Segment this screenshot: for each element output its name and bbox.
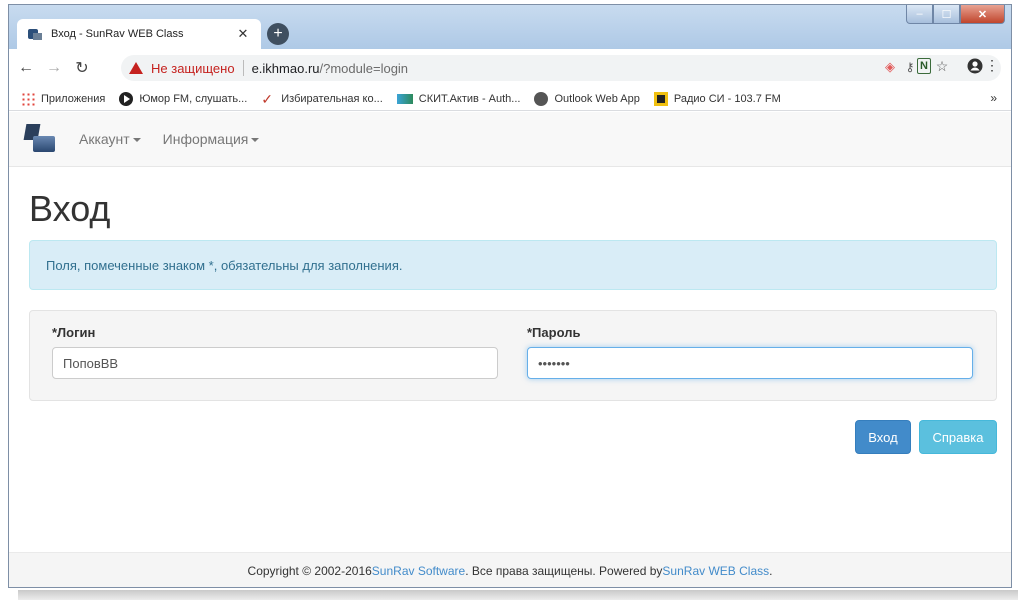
password-label: *Пароль bbox=[527, 325, 581, 340]
footer-company-link[interactable]: SunRav Software bbox=[372, 564, 465, 578]
radio-icon bbox=[653, 91, 668, 106]
footer-product-link[interactable]: SunRav WEB Class bbox=[662, 564, 769, 578]
login-label: *Логин bbox=[52, 325, 96, 340]
new-tab-button[interactable]: + bbox=[267, 23, 289, 45]
window-controls: – ☐ ✕ bbox=[906, 5, 1005, 24]
web-page: Аккаунт Информация Вход Поля, помеченные… bbox=[9, 112, 1011, 587]
bookmarks-bar: Приложения Юмор FM, слушать... Избирател… bbox=[9, 87, 1011, 111]
login-form-panel: *Логин *Пароль bbox=[29, 310, 997, 401]
menu-account[interactable]: Аккаунт bbox=[79, 131, 141, 147]
window-shadow bbox=[18, 590, 1018, 600]
back-arrow-icon[interactable]: ← bbox=[15, 59, 37, 77]
footer-copyright: Copyright © 2002-2016 bbox=[247, 564, 372, 578]
address-bar[interactable]: Не защищено e.ikhmao.ru/?module=login ⚷ … bbox=[121, 55, 1001, 81]
title-bar: Вход - SunRav WEB Class ✕ + – ☐ ✕ bbox=[9, 5, 1011, 49]
bookmark-skit[interactable]: СКИТ.Актив - Auth... bbox=[396, 93, 520, 105]
warning-icon bbox=[129, 62, 143, 74]
url-path: /?module=login bbox=[319, 60, 409, 76]
close-window-button[interactable]: ✕ bbox=[960, 5, 1005, 24]
caret-down-icon bbox=[132, 138, 141, 143]
browser-window: Вход - SunRav WEB Class ✕ + – ☐ ✕ ← → ↻ … bbox=[8, 4, 1012, 588]
profile-icon[interactable] bbox=[967, 58, 983, 77]
bookmarks-overflow-icon[interactable]: » bbox=[990, 91, 997, 105]
bookmark-election[interactable]: Избирательная ко... bbox=[261, 92, 383, 106]
extension-n-icon[interactable]: N bbox=[917, 58, 931, 74]
address-divider bbox=[242, 60, 244, 76]
info-alert: Поля, помеченные знаком *, обязательны д… bbox=[29, 240, 997, 290]
play-icon bbox=[119, 91, 134, 106]
footer-rights: . Все права защищены. Powered by bbox=[465, 564, 663, 578]
caret-down-icon bbox=[251, 138, 260, 143]
bookmark-apps[interactable]: Приложения bbox=[21, 91, 105, 106]
forward-arrow-icon[interactable]: → bbox=[43, 59, 65, 77]
alert-text: Поля, помеченные знаком *, обязательны д… bbox=[46, 257, 403, 273]
help-button[interactable]: Справка bbox=[919, 420, 997, 454]
menu-information[interactable]: Информация bbox=[163, 131, 260, 147]
skit-icon bbox=[396, 93, 413, 104]
security-status[interactable]: Не защищено bbox=[151, 61, 235, 76]
bookmark-outlook[interactable]: Outlook Web App bbox=[534, 91, 640, 106]
login-input[interactable] bbox=[52, 347, 498, 379]
checkmark-icon bbox=[261, 92, 275, 106]
reload-icon[interactable]: ↻ bbox=[71, 58, 93, 78]
url-host: e.ikhmao.ru bbox=[251, 60, 320, 76]
tab-title: Вход - SunRav WEB Class bbox=[51, 28, 184, 40]
tab-close-icon[interactable]: ✕ bbox=[235, 26, 251, 42]
minimize-button[interactable]: – bbox=[906, 5, 933, 24]
login-button[interactable]: Вход bbox=[855, 420, 911, 454]
apps-icon bbox=[21, 91, 35, 106]
page-footer: Copyright © 2002-2016 SunRav Software . … bbox=[9, 552, 1011, 587]
page-title: Вход bbox=[29, 188, 111, 229]
browser-menu-icon[interactable]: ⋮ bbox=[985, 57, 999, 74]
star-icon[interactable]: ☆ bbox=[933, 58, 951, 75]
url-text[interactable]: e.ikhmao.ru/?module=login bbox=[252, 61, 408, 76]
bookmark-humor-fm[interactable]: Юмор FM, слушать... bbox=[119, 91, 247, 106]
extension-red-icon[interactable]: ◈ bbox=[885, 59, 895, 75]
browser-toolbar: ← → ↻ Не защищено e.ikhmao.ru/?module=lo… bbox=[9, 49, 1011, 87]
maximize-button[interactable]: ☐ bbox=[933, 5, 960, 24]
footer-end: . bbox=[769, 564, 773, 578]
brand-logo-icon[interactable] bbox=[23, 124, 59, 154]
browser-tab[interactable]: Вход - SunRav WEB Class ✕ bbox=[17, 19, 261, 49]
globe-icon bbox=[534, 91, 549, 106]
password-input[interactable] bbox=[527, 347, 973, 379]
site-favicon-icon bbox=[27, 27, 43, 41]
site-navbar: Аккаунт Информация bbox=[9, 112, 1011, 167]
bookmark-radio[interactable]: Радио СИ - 103.7 FM bbox=[653, 91, 781, 106]
